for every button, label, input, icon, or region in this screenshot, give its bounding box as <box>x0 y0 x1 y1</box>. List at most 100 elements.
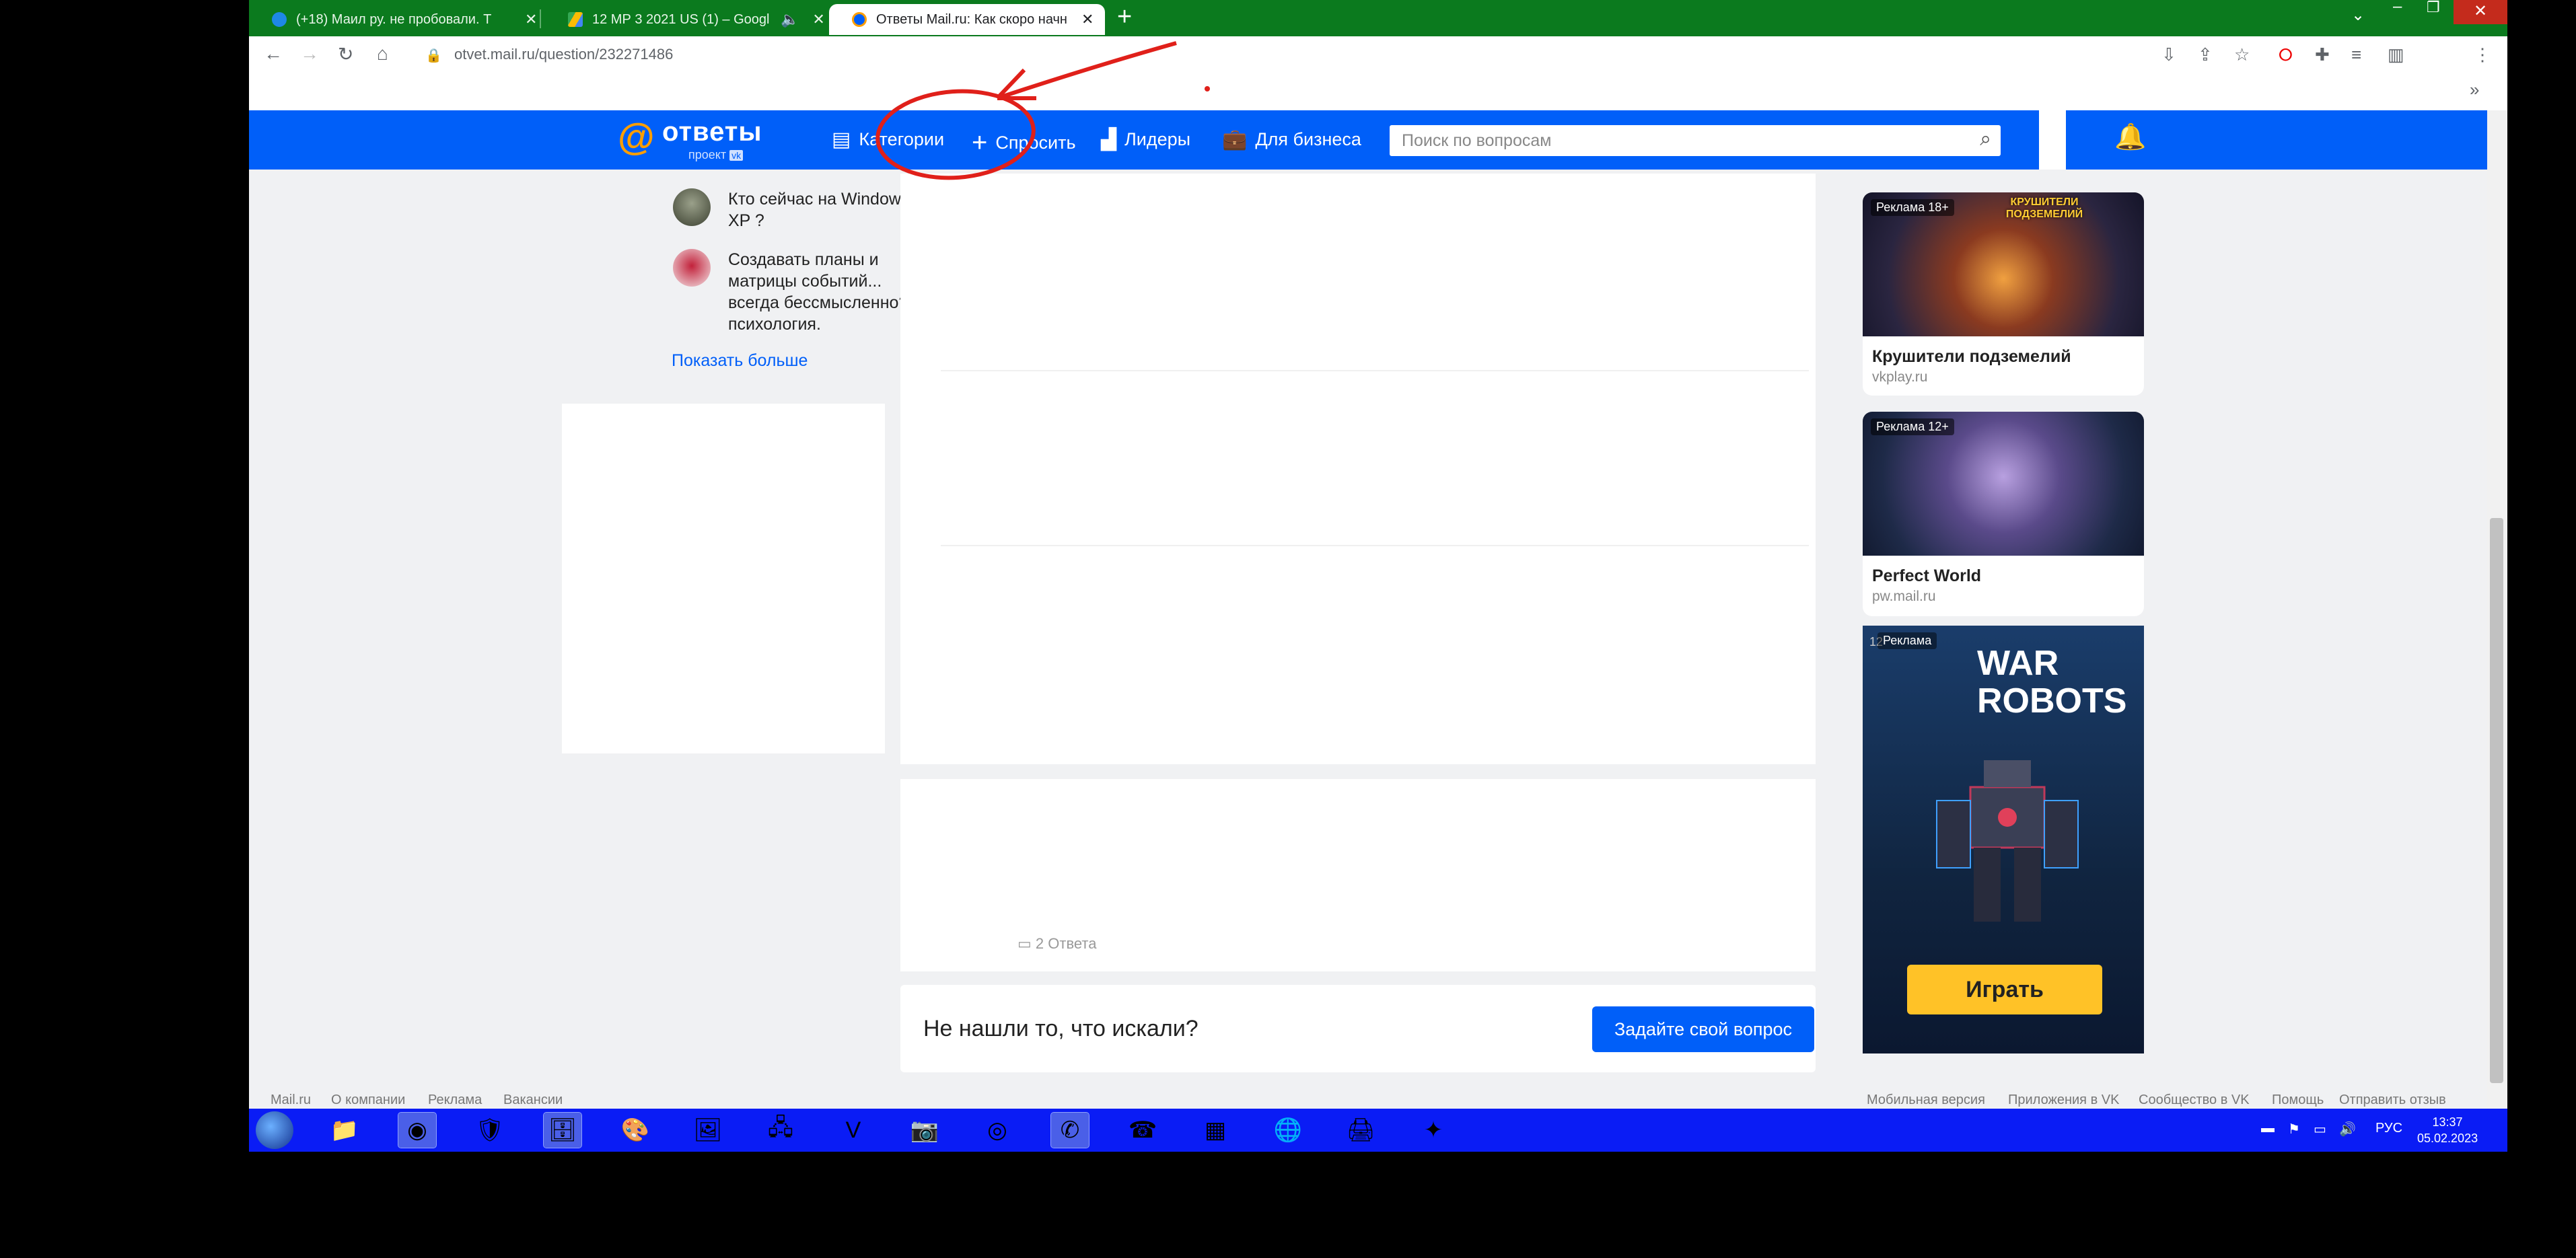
bookmarks-overflow-button[interactable]: » <box>2470 79 2479 100</box>
ad-banner[interactable]: 12 Реклама WAR ROBOTS Играть <box>1863 626 2144 1053</box>
search-input[interactable] <box>1400 131 1955 151</box>
restore-icon[interactable]: ❐ <box>2427 0 2440 16</box>
vegas-icon[interactable]: V <box>834 1113 872 1148</box>
play-button[interactable]: Играть <box>1907 965 2102 1014</box>
paint-icon[interactable]: 🎨 <box>616 1113 654 1148</box>
footer-link[interactable]: Отправить отзыв <box>2339 1093 2446 1108</box>
logo-at-icon[interactable]: @ <box>618 114 655 158</box>
otvety-icon <box>852 12 867 27</box>
footer-link[interactable]: Помощь <box>2272 1093 2324 1108</box>
search-icon[interactable]: ⌕ <box>1980 128 1991 151</box>
tab-search-icon[interactable]: ⌄ <box>2351 5 2365 25</box>
security-shield-icon[interactable]: 🛡 <box>471 1113 509 1148</box>
side-panel-icon[interactable]: ▥ <box>2388 44 2404 65</box>
close-window-button[interactable]: ✕ <box>2454 0 2507 24</box>
nav-business[interactable]: 💼 Для бизнеса <box>1222 128 1361 151</box>
nav-categories[interactable]: ▤ Категории <box>832 128 944 151</box>
ad-title: Крушители подземелий <box>1872 347 2071 366</box>
address-bar[interactable]: otvet.mail.ru/question/232271486 <box>454 46 673 63</box>
footer-link[interactable]: Мобильная версия <box>1867 1093 1985 1108</box>
nav-leaders[interactable]: ▟ Лидеры <box>1101 128 1190 151</box>
start-button[interactable] <box>256 1111 293 1149</box>
reload-icon[interactable]: ↻ <box>338 43 353 65</box>
volume-icon[interactable]: 🔊 <box>2339 1121 2356 1138</box>
extensions-icon[interactable]: ✚ <box>2315 44 2330 65</box>
install-app-icon[interactable]: ⇩ <box>2161 44 2176 65</box>
bookmark-star-icon[interactable]: ☆ <box>2234 44 2250 65</box>
list-item[interactable]: Кто сейчас на Windows XP ? <box>673 188 930 231</box>
back-icon[interactable]: ← <box>264 43 283 65</box>
viber-icon[interactable]: ☎ <box>1124 1113 1161 1148</box>
clock[interactable]: 13:37 05.02.2023 <box>2417 1114 2478 1146</box>
comment-icon: ▭ <box>1017 935 1036 952</box>
footer-link[interactable]: Реклама <box>428 1093 482 1108</box>
anydesk-icon[interactable]: ✦ <box>1415 1113 1452 1148</box>
desktop-screen: (+18) Маил ру. не пробовали. Т ✕ 12 МР 3… <box>249 0 2507 1152</box>
ask-question-button[interactable]: Задайте свой вопрос <box>1592 1006 1814 1052</box>
footer-link[interactable]: Приложения в VK <box>2008 1093 2119 1108</box>
logo-subtitle: проект vk <box>688 148 744 162</box>
ad-badge: Реклама <box>1877 632 1937 649</box>
browser-tab-active[interactable]: Ответы Mail.ru: Как скоро начн ✕ <box>829 4 1105 35</box>
tab-separator <box>540 9 541 28</box>
zoom-icon[interactable]: ◎ <box>978 1113 1016 1148</box>
image-viewer-icon[interactable]: 🖼 <box>689 1113 727 1148</box>
globe-icon[interactable]: 🌐 <box>1269 1113 1307 1148</box>
browser-tab-strip: (+18) Маил ру. не пробовали. Т ✕ 12 МР 3… <box>249 0 2507 36</box>
nav-ask[interactable]: + Спросить <box>972 128 1076 158</box>
printer-icon[interactable]: 🖨 <box>1342 1113 1380 1148</box>
avatar <box>673 188 711 226</box>
briefcase-icon: 💼 <box>1222 128 1248 151</box>
nav-ask-label: Спросить <box>995 133 1076 153</box>
site-logo[interactable]: ответы <box>662 117 762 147</box>
sidebar-ad-slot <box>562 404 885 753</box>
ad-image: Реклама 18+ КРУШИТЕЛИ ПОДЗЕМЕЛИЙ <box>1863 192 2144 336</box>
browser-tab[interactable]: (+18) Маил ру. не пробовали. Т ✕ <box>249 4 537 35</box>
opera-icon[interactable]: ⭘ <box>2279 44 2293 66</box>
footer-link[interactable]: Mail.ru <box>271 1093 311 1108</box>
minimize-icon[interactable]: – <box>2393 0 2402 16</box>
divider <box>941 370 1809 371</box>
flag-icon[interactable]: ⚑ <box>2288 1121 2300 1138</box>
footer-link[interactable]: Сообщество в VK <box>2139 1093 2250 1108</box>
ad-domain: vkplay.ru <box>1872 369 1928 385</box>
question-link[interactable]: Создавать планы и матрицы событий... все… <box>728 249 930 335</box>
answers-count[interactable]: ▭ 2 Ответа <box>1017 935 1096 953</box>
ad-card[interactable]: Реклама 12+ Perfect World pw.mail.ru <box>1863 412 2144 616</box>
nav-business-label: Для бизнеса <box>1255 129 1361 149</box>
tray-app-icon[interactable]: ▬ <box>2261 1121 2275 1136</box>
network-tray-icon[interactable]: ▭ <box>2314 1121 2326 1138</box>
footer-link[interactable]: Вакансии <box>503 1093 563 1108</box>
ad-card[interactable]: Реклама 18+ КРУШИТЕЛИ ПОДЗЕМЕЛИЙ Крушите… <box>1863 192 2144 396</box>
whatsapp-icon[interactable]: ✆ <box>1050 1112 1089 1148</box>
scrollbar-thumb[interactable] <box>2490 518 2503 1083</box>
home-icon[interactable]: ⌂ <box>377 43 388 65</box>
notification-bell-icon[interactable]: 🔔 <box>2114 122 2146 152</box>
browser-tab[interactable]: 12 МР 3 2021 US (1) – Googl 🔈 ✕ <box>545 4 825 35</box>
chrome-icon[interactable]: ◉ <box>398 1112 437 1148</box>
not-found-text: Не нашли то, что искали? <box>923 1016 1198 1041</box>
drive-icon <box>568 12 583 27</box>
menu-icon[interactable]: ⋮ <box>2474 44 2491 65</box>
language-indicator[interactable]: РУС <box>2375 1121 2402 1136</box>
close-icon[interactable]: ✕ <box>1081 11 1094 28</box>
reading-list-icon[interactable]: ≡ <box>2351 44 2361 65</box>
list-item[interactable]: Создавать планы и матрицы событий... все… <box>673 249 930 335</box>
new-tab-button[interactable]: + <box>1117 3 1132 32</box>
media-icon[interactable]: 📷 <box>906 1113 943 1148</box>
question-link[interactable]: Кто сейчас на Windows XP ? <box>728 188 930 231</box>
close-icon[interactable]: ✕ <box>525 11 537 28</box>
file-explorer-icon[interactable]: 📁 <box>326 1113 363 1148</box>
footer-link[interactable]: О компании <box>331 1093 405 1108</box>
lock-icon[interactable]: 🔒 <box>425 47 442 64</box>
vk-badge-icon: vk <box>729 150 744 161</box>
forward-icon[interactable]: → <box>300 43 319 65</box>
network-icon[interactable]: 🖧 <box>762 1113 799 1148</box>
calculator-icon[interactable]: ▦ <box>1196 1113 1234 1148</box>
answers-count-label: 2 Ответа <box>1035 935 1097 952</box>
close-icon[interactable]: ✕ <box>812 11 824 28</box>
share-icon[interactable]: ⇪ <box>2198 44 2213 65</box>
show-more-link[interactable]: Показать больше <box>672 351 808 371</box>
site-footer: Mail.ru О компании Реклама Вакансии Моби… <box>249 1090 2487 1109</box>
archive-icon[interactable]: 🗄 <box>543 1112 582 1148</box>
